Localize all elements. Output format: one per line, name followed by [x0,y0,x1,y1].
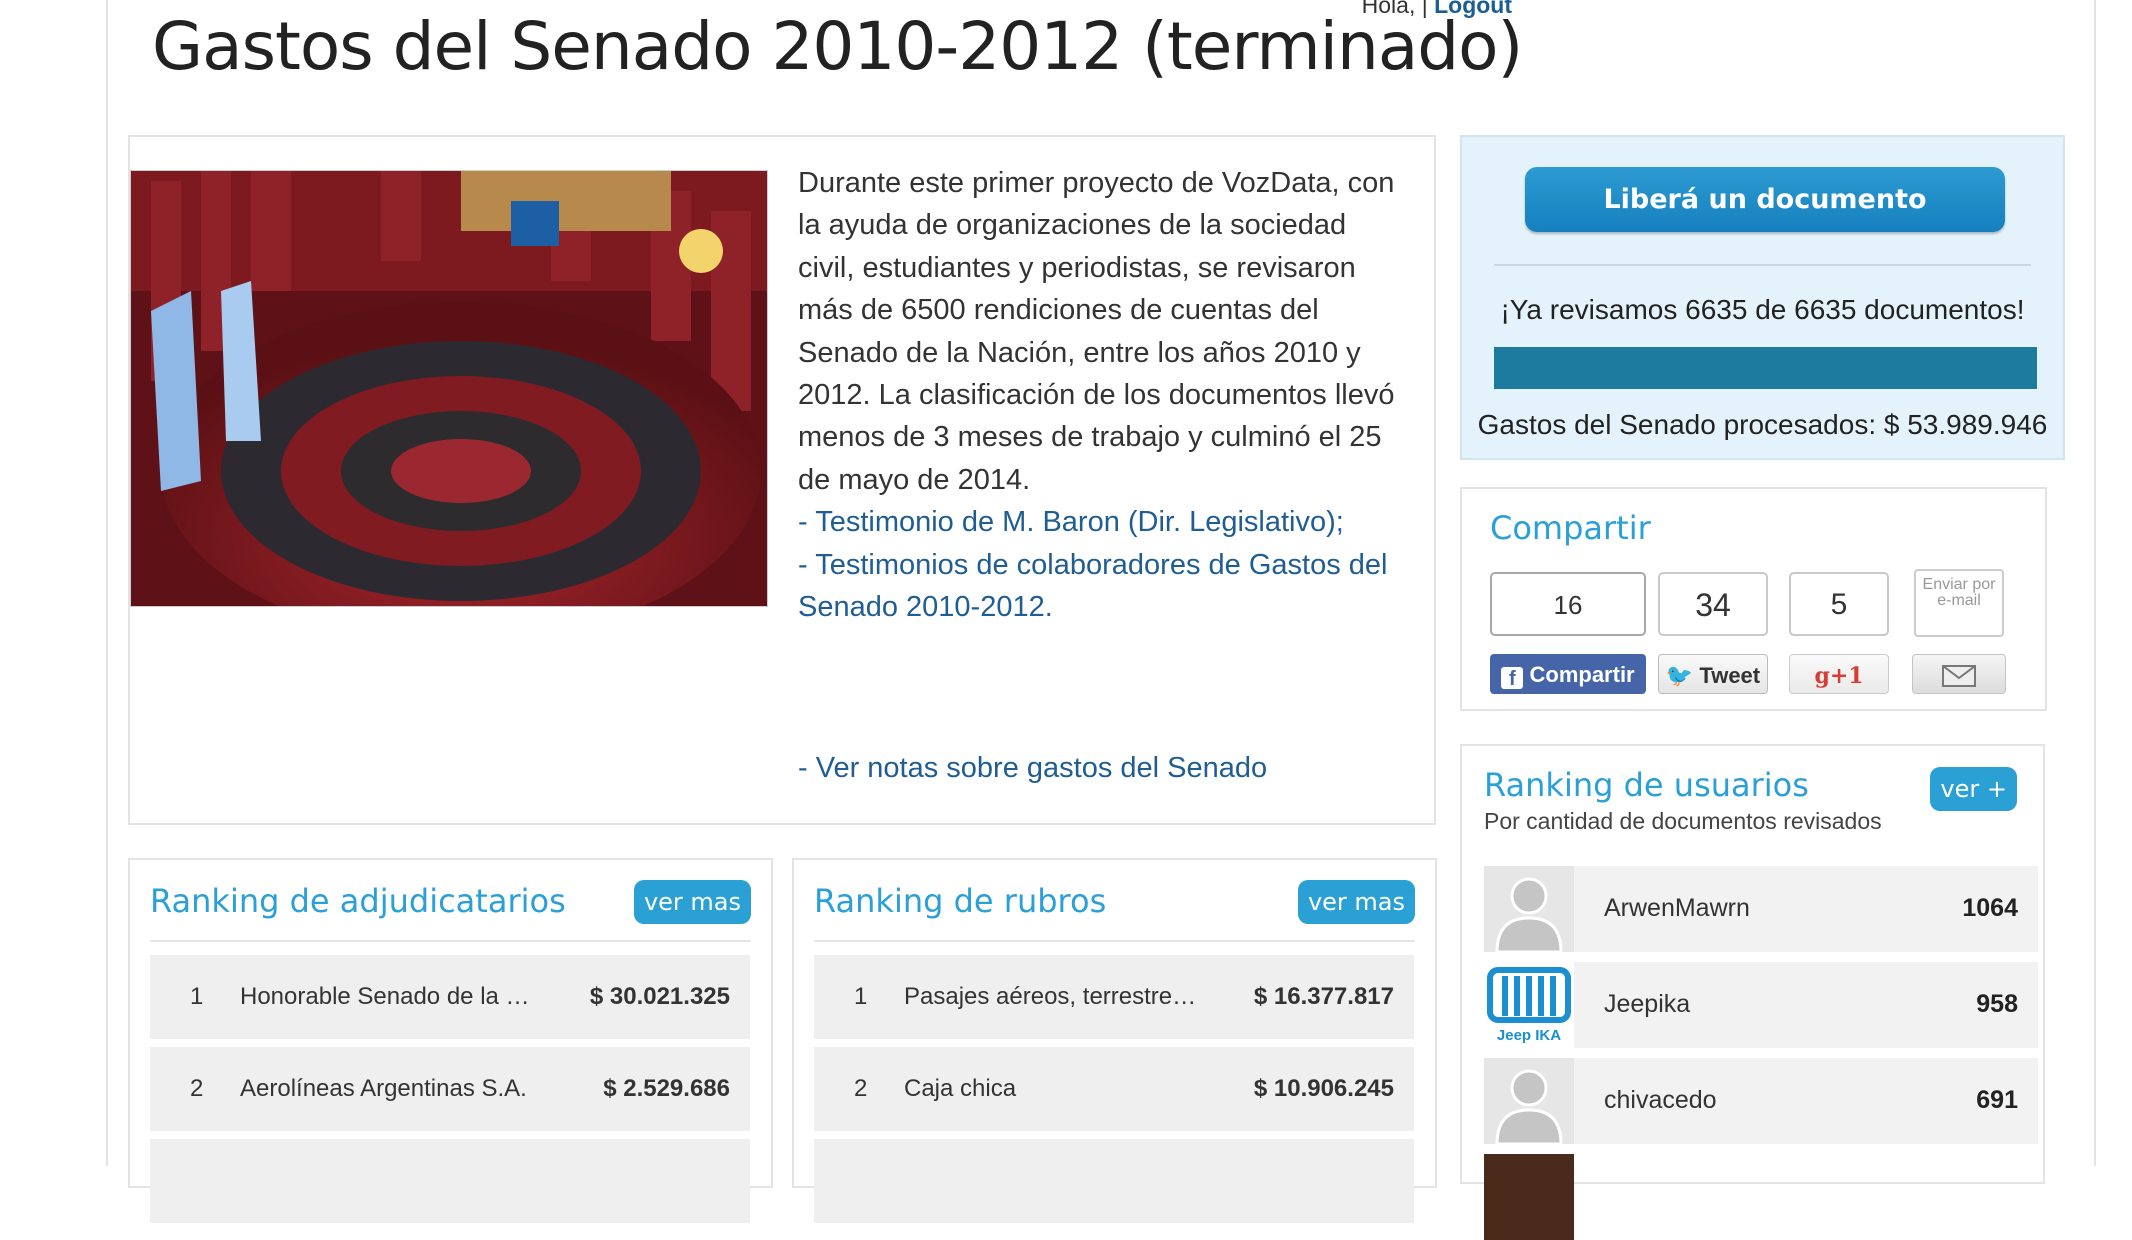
user-name: Jeepika [1604,990,1691,1018]
facebook-icon: f [1501,667,1524,690]
adjudicatarios-ver-mas-button[interactable]: ver mas [633,880,751,924]
tweet-button[interactable]: 🐦 Tweet [1658,654,1768,694]
divider [814,940,1415,942]
gplus-button[interactable]: g+1 [1789,654,1889,694]
ranking-row[interactable]: 2 Aerolíneas Argentinas S.A. $ 2.529.686 [150,1047,750,1131]
jeep-ika-logo-text: Jeep IKA [1496,1027,1562,1044]
divider [150,940,751,942]
users-ranking-title: Ranking de usuarios [1484,766,1809,804]
facebook-share-label: Compartir [1529,662,1635,687]
rank-number: 2 [190,1075,204,1102]
share-title: Compartir [1490,509,1651,547]
jeep-grille-icon [1487,967,1571,1023]
users-ranking-panel: Ranking de usuarios ver + Por cantidad d… [1460,744,2045,1240]
page-title: Gastos del Senado 2010-2012 (terminado) [152,8,1523,85]
rank-value: $ 30.021.325 [589,983,730,1010]
testimonios-colaboradores-link[interactable]: - Testimonios de colaboradores de Gastos… [798,544,1398,629]
user-score: 1064 [1962,894,2018,922]
ranking-row[interactable]: 1 Honorable Senado de la Nación $ 30.021… [150,955,750,1039]
envelope-icon [1942,665,1976,687]
testimonio-baron-link[interactable]: - Testimonio de M. Baron (Dir. Legislati… [798,501,1398,543]
senate-chamber-image [131,171,767,606]
facebook-count: 16 [1490,572,1646,636]
facebook-share-button[interactable]: f Compartir [1490,654,1646,694]
rank-value: $ 2.529.686 [603,1075,730,1102]
liberar-panel: Liberá un documento ¡Ya revisamos 6635 d… [1460,135,2065,460]
gplus-count: 5 [1789,572,1889,636]
user-row[interactable]: chivacedo 691 [1484,1058,2038,1144]
twitter-bird-icon: 🐦 [1665,663,1694,688]
reviewed-count: ¡Ya revisamos 6635 de 6635 documentos! [1500,294,2025,325]
email-share-button[interactable] [1912,654,2006,694]
review-progress-bar [1494,347,2037,389]
spent-total: Gastos del Senado procesados: $ 53.989.9… [1477,409,2048,440]
tweet-label: Tweet [1699,663,1761,688]
user-row[interactable]: ArwenMawrn 1064 [1484,866,2038,952]
liberar-documento-button[interactable]: Liberá un documento [1525,167,2005,232]
user-name: chivacedo [1604,1086,1717,1114]
page-border-right [2094,0,2096,1166]
users-ranking-subtitle: Por cantidad de documentos revisados [1484,808,1882,834]
adjudicatarios-title: Ranking de adjudicatarios [150,882,566,920]
rank-number: 2 [854,1075,868,1102]
rubros-ver-mas-button[interactable]: ver mas [1297,880,1415,924]
ranking-row[interactable] [814,1139,1414,1223]
rank-name: Aerolíneas Argentinas S.A. [240,1075,527,1102]
rank-value: $ 16.377.817 [1253,983,1394,1010]
user-avatar-photo [1484,1154,1574,1240]
progress-fill [1494,347,2037,389]
rank-name: Honorable Senado de la Nación [240,983,540,1010]
rank-number: 1 [854,983,868,1010]
share-panel: Compartir 16 34 5 Enviar por e-mail f Co… [1460,487,2047,711]
rank-value: $ 10.906.245 [1253,1075,1394,1102]
rubros-ranking-panel: Ranking de rubros ver mas 1 Pasajes aére… [792,858,1437,1223]
email-share-label: Enviar por e-mail [1914,569,2004,637]
rank-name: Pasajes aéreos, terrestres y fluviales [904,983,1204,1010]
senate-photo [130,170,768,607]
user-score: 691 [1976,1086,2018,1114]
user-name: ArwenMawrn [1604,894,1750,922]
user-row[interactable]: Jeep IKA Jeepika 958 [1484,962,2038,1048]
user-score: 958 [1976,990,2018,1018]
ranking-row[interactable] [150,1139,750,1223]
ranking-row[interactable]: 1 Pasajes aéreos, terrestres y fluviales… [814,955,1414,1039]
page-border-left [106,0,108,1166]
intro-text: Durante este primer proyecto de VozData,… [798,162,1398,628]
users-ver-mas-button[interactable]: ver + [1930,767,2017,811]
adjudicatarios-ranking-panel: Ranking de adjudicatarios ver mas 1 Hono… [128,858,773,1223]
ver-notas-link[interactable]: - Ver notas sobre gastos del Senado [798,752,1267,785]
divider [1494,264,2031,266]
rank-number: 1 [190,983,204,1010]
jeep-ika-avatar: Jeep IKA [1484,962,1574,1048]
tweet-count: 34 [1658,572,1768,636]
rank-name: Caja chica [904,1075,1017,1102]
default-avatar-icon [1484,1058,1574,1144]
intro-paragraph: Durante este primer proyecto de VozData,… [798,167,1395,496]
ranking-row[interactable]: 2 Caja chica $ 10.906.245 [814,1047,1414,1131]
default-avatar-icon [1484,866,1574,952]
rubros-title: Ranking de rubros [814,882,1107,920]
